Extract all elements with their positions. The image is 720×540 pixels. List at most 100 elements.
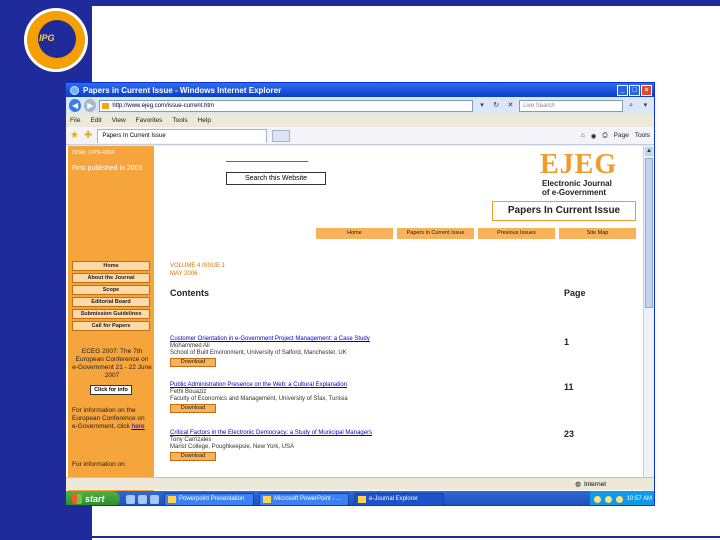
tab-toolbar: ★ ✚ Papers In Current Issue ⌂ ◉ ⎙ Page T…: [66, 127, 654, 145]
paper-page-number: 23: [564, 429, 575, 439]
site-search-field[interactable]: [226, 161, 308, 162]
home-icon[interactable]: ⌂: [581, 132, 585, 139]
windows-flag-icon: [72, 494, 82, 504]
windows-taskbar: start Powerpoint Presentation Microsoft …: [66, 491, 654, 505]
logo-sub-line-2: of e-Government: [542, 188, 607, 197]
forward-icon[interactable]: ▶: [84, 99, 97, 112]
print-icon[interactable]: ⎙: [602, 132, 607, 140]
site-search-button[interactable]: Search this Website: [226, 172, 326, 185]
nav-previous-issues[interactable]: Previous Issues: [478, 228, 555, 239]
search-input[interactable]: Live Search: [519, 99, 623, 112]
taskbar-item[interactable]: Powerpoint Presentation: [164, 492, 254, 505]
paper-entry-1: Customer Orientation in e-Government Pro…: [170, 336, 430, 367]
nav-home[interactable]: Home: [316, 228, 393, 239]
stop-icon[interactable]: ✕: [505, 100, 516, 112]
browser-window: Papers in Current Issue - Windows Intern…: [65, 82, 655, 506]
site-sidebar: ISSN: 1479-439X First published in 2003 …: [68, 146, 154, 491]
paper-title-link[interactable]: Customer Orientation in e-Government Pro…: [170, 336, 430, 343]
logo-text: IPG: [39, 33, 55, 43]
paper-author: Fethi Bouaziz: [170, 389, 207, 395]
menu-edit[interactable]: Edit: [90, 117, 101, 124]
refresh-icon[interactable]: ↻: [491, 100, 502, 112]
quicklaunch-desktop-icon[interactable]: [126, 494, 135, 504]
window-titlebar[interactable]: Papers in Current Issue - Windows Intern…: [66, 83, 654, 97]
contents-heading: Contents: [170, 288, 209, 298]
add-favorite-icon[interactable]: ✚: [84, 130, 92, 141]
download-button[interactable]: Download: [170, 404, 216, 413]
nav-site-map[interactable]: Site Map: [559, 228, 636, 239]
window-controls: _ □ ×: [617, 84, 652, 96]
sidebar-item-home[interactable]: Home: [72, 261, 150, 271]
tray-icon[interactable]: [593, 495, 601, 503]
search-icon[interactable]: ⌕: [626, 100, 637, 112]
scroll-up-icon[interactable]: ▲: [645, 147, 653, 156]
info-here-link[interactable]: here: [132, 423, 145, 430]
ejeg-logo-subtitle: Electronic Journal of e-Government: [542, 179, 612, 197]
favicon-icon: [102, 102, 110, 109]
menu-view[interactable]: View: [112, 117, 126, 124]
sidebar-item-submission-guidelines[interactable]: Submission Guidelines: [72, 309, 150, 319]
paper-affiliation: Marist College, Poughkeepsie, New York, …: [170, 444, 295, 450]
info-text-2: For information on: [72, 461, 125, 468]
paper-author: Tony Carrizales: [170, 437, 212, 443]
back-icon[interactable]: ◀: [69, 99, 82, 112]
paper-page-number: 11: [564, 382, 574, 392]
tray-icon[interactable]: [615, 495, 623, 503]
paper-author: Mohammed Ali: [170, 343, 210, 349]
menu-file[interactable]: File: [70, 117, 80, 124]
status-bar: ◍ Internet: [66, 477, 654, 490]
taskbar-item-active[interactable]: e-Journal Explorer: [354, 492, 444, 505]
url-field[interactable]: http://www.ejeg.com/issue-current.htm: [99, 99, 474, 112]
logo-sub-line-1: Electronic Journal: [542, 179, 612, 188]
sidebar-item-about[interactable]: About the Journal: [72, 273, 150, 283]
nav-current-issue[interactable]: Papers in Current Issue: [397, 228, 474, 239]
favorites-star-icon[interactable]: ★: [70, 130, 79, 141]
window-title: Papers in Current Issue - Windows Intern…: [83, 85, 282, 95]
search-options-icon[interactable]: ▾: [640, 100, 651, 112]
paper-title-link[interactable]: Public Administration Presence on the We…: [170, 382, 430, 389]
menu-tools[interactable]: Tools: [172, 117, 187, 124]
paper-title-link[interactable]: Critical Factors in the Electronic Democ…: [170, 430, 430, 437]
quicklaunch-media-icon[interactable]: [150, 494, 159, 504]
slide-logo: IPG: [24, 8, 88, 72]
taskbar-item[interactable]: Microsoft PowerPoint - ...: [259, 492, 349, 505]
page-title: Papers In Current Issue: [492, 201, 636, 221]
minimize-icon[interactable]: _: [617, 84, 628, 96]
quicklaunch-ie-icon[interactable]: [138, 494, 147, 504]
paper-affiliation: Faculty of Economics and Management, Uni…: [170, 396, 348, 402]
sidebar-item-call-for-papers[interactable]: Call for Papers: [72, 321, 150, 331]
globe-icon: ◍: [575, 481, 581, 488]
url-text: http://www.ejeg.com/issue-current.htm: [112, 102, 215, 109]
menu-favorites[interactable]: Favorites: [136, 117, 163, 124]
volume-text: VOLUME 4 ISSUE 1: [170, 263, 226, 269]
url-dropdown-icon[interactable]: ▾: [476, 100, 487, 112]
vertical-scrollbar[interactable]: ▲: [643, 146, 654, 491]
click-for-info-button[interactable]: Click for info: [90, 385, 132, 395]
tab-current[interactable]: Papers In Current Issue: [97, 128, 268, 143]
ie-icon: [70, 85, 79, 95]
tray-icon[interactable]: [604, 495, 612, 503]
command-bar: ⌂ ◉ ⎙ Page Tools: [581, 132, 650, 140]
download-button[interactable]: Download: [170, 452, 216, 461]
info-text: For information on the European Conferen…: [72, 407, 152, 431]
security-zone: ◍ Internet: [575, 480, 606, 489]
conference-note: ECEG 2007: The 7th European Conference o…: [72, 348, 152, 379]
page-menu[interactable]: Page: [614, 132, 629, 139]
new-tab-button[interactable]: [272, 129, 291, 142]
menu-help[interactable]: Help: [198, 117, 211, 124]
feeds-icon[interactable]: ◉: [591, 132, 597, 140]
issn-text: ISSN: 1479-439X: [72, 150, 115, 156]
sidebar-item-editorial-board[interactable]: Editorial Board: [72, 297, 150, 307]
sidebar-item-scope[interactable]: Scope: [72, 285, 150, 295]
page-column-heading: Page: [564, 288, 586, 298]
system-tray: 10:57 AM: [589, 491, 654, 505]
scroll-thumb[interactable]: [645, 158, 653, 308]
start-button[interactable]: start: [66, 491, 120, 505]
clock: 10:57 AM: [626, 496, 652, 502]
tools-menu[interactable]: Tools: [635, 132, 650, 139]
paper-page-number: 1: [564, 337, 570, 347]
start-label: start: [85, 494, 105, 504]
close-icon[interactable]: ×: [641, 84, 652, 96]
download-button[interactable]: Download: [170, 358, 216, 367]
maximize-icon[interactable]: □: [629, 84, 640, 96]
